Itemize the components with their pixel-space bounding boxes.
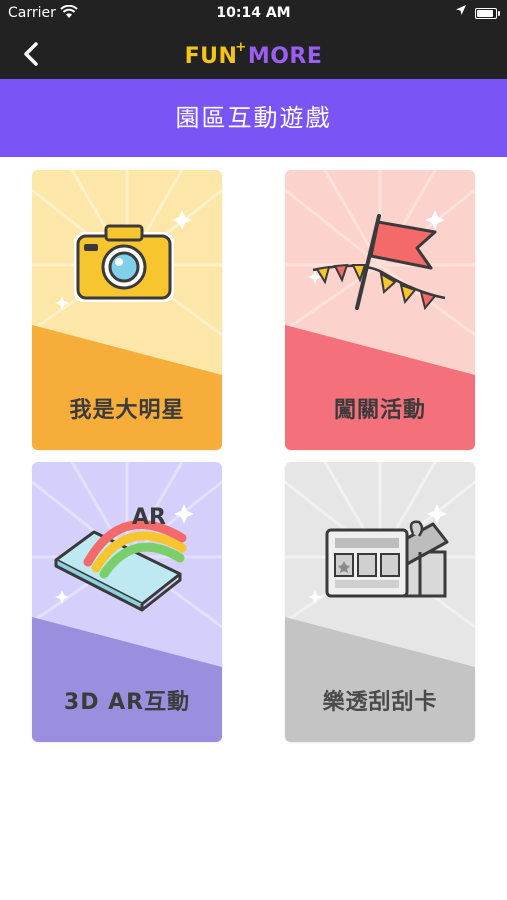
battery-icon [475,8,500,19]
logo-more: MORE [247,44,323,69]
camera-icon [55,210,192,310]
battery-fill [477,10,494,17]
nav-bar: FUN+MORE [0,28,507,79]
location-arrow-icon [455,4,467,20]
status-bar: Carrier 10:14 AM [0,0,507,28]
card-label: 我是大明星 [69,398,185,423]
card-superstar[interactable]: 我是大明星 [32,170,222,450]
logo-plus: + [235,40,247,55]
ar-phone-icon: AR [54,504,194,612]
card-label: 闖關活動 [333,398,426,423]
card-label: 3D AR互動 [63,690,191,715]
page-title: 園區互動遊戲 [0,79,507,157]
clock: 10:14 AM [216,5,291,21]
svg-text:AR: AR [132,505,166,530]
app-logo: FUN+MORE [0,40,507,69]
card-scratch-lottery[interactable]: 樂透刮刮卡 [285,462,475,742]
card-challenge[interactable]: 闖關活動 [285,170,475,450]
logo-fun: FUN [184,44,238,69]
card-label: 樂透刮刮卡 [322,690,438,715]
scratch-card-gift-icon [308,504,449,604]
card-ar[interactable]: AR 3D AR互動 [32,462,222,742]
flag-bunting-icon [308,210,446,311]
